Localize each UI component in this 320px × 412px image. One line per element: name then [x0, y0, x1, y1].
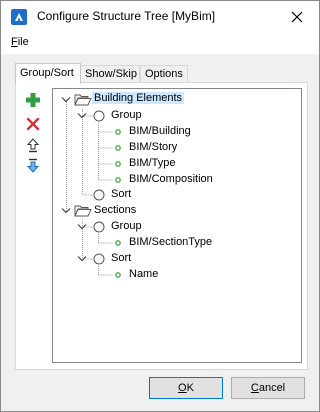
tree-node-bim-type[interactable]: BIM/Type	[129, 157, 175, 169]
leaf-dot-icon	[115, 240, 121, 246]
leaf-dot-icon	[115, 177, 121, 183]
radio-icon[interactable]	[93, 221, 105, 233]
tab-group-sort-label: Group/Sort	[20, 67, 74, 79]
app-logo-icon	[11, 9, 27, 25]
tree-node-bim-building[interactable]: BIM/Building	[129, 125, 191, 137]
cancel-button[interactable]: Cancel	[231, 377, 305, 399]
radio-icon[interactable]	[93, 253, 105, 265]
radio-icon[interactable]	[93, 110, 105, 122]
cancel-rest: ancel	[258, 382, 286, 394]
add-icon[interactable]	[24, 91, 42, 109]
leaf-dot-icon	[115, 272, 121, 278]
tab-options[interactable]: Options	[140, 65, 188, 83]
tab-group-sort[interactable]: Group/Sort	[15, 63, 81, 84]
tab-show-skip-label: Show/Skip	[85, 68, 137, 80]
menu-file[interactable]: File	[11, 36, 29, 48]
move-down-icon[interactable]	[24, 157, 42, 175]
window-title: Configure Structure Tree [MyBim]	[37, 9, 216, 23]
ok-button[interactable]: OK	[149, 377, 223, 399]
close-icon[interactable]	[281, 5, 313, 29]
group-sort-panel: Building Elements Group BIM/Building BIM…	[15, 82, 308, 370]
tree-node-bim-sectiontype[interactable]: BIM/SectionType	[129, 236, 212, 248]
tree-node-sections[interactable]: Sections	[94, 204, 136, 216]
menu-bar: File	[1, 32, 319, 54]
chevron-down-icon[interactable]	[61, 207, 71, 215]
radio-icon[interactable]	[93, 189, 105, 201]
folder-open-icon	[74, 205, 92, 217]
structure-tree[interactable]: Building Elements Group BIM/Building BIM…	[52, 88, 302, 363]
tree-node-building-elements[interactable]: Building Elements	[92, 92, 185, 104]
chevron-down-icon[interactable]	[77, 255, 87, 263]
leaf-dot-icon	[115, 145, 121, 151]
move-up-icon[interactable]	[24, 136, 42, 154]
menu-file-rest: ile	[17, 36, 29, 48]
leaf-dot-icon	[115, 161, 121, 167]
tree-node-sort[interactable]: Sort	[111, 252, 131, 264]
menu-file-mnemonic: F	[11, 36, 18, 48]
tree-node-bim-story[interactable]: BIM/Story	[129, 141, 177, 153]
folder-open-icon	[74, 94, 92, 106]
dialog-window: Configure Structure Tree [MyBim] File Gr…	[0, 0, 320, 412]
tree-node-sort[interactable]: Sort	[111, 188, 131, 200]
ok-rest: K	[186, 382, 194, 394]
chevron-down-icon[interactable]	[77, 112, 87, 120]
tree-node-group[interactable]: Group	[111, 220, 142, 232]
ok-mnemonic: O	[178, 382, 187, 394]
cancel-mnemonic: C	[250, 382, 259, 394]
leaf-dot-icon	[115, 129, 121, 135]
tab-options-label: Options	[145, 68, 183, 80]
tree-node-name[interactable]: Name	[129, 268, 158, 280]
title-bar[interactable]: Configure Structure Tree [MyBim]	[1, 1, 319, 32]
chevron-down-icon[interactable]	[61, 96, 71, 104]
chevron-down-icon[interactable]	[77, 223, 87, 231]
tree-node-group[interactable]: Group	[111, 109, 142, 121]
tab-show-skip[interactable]: Show/Skip	[80, 65, 140, 83]
delete-icon[interactable]	[24, 115, 42, 133]
tree-node-bim-composition[interactable]: BIM/Composition	[129, 173, 213, 185]
